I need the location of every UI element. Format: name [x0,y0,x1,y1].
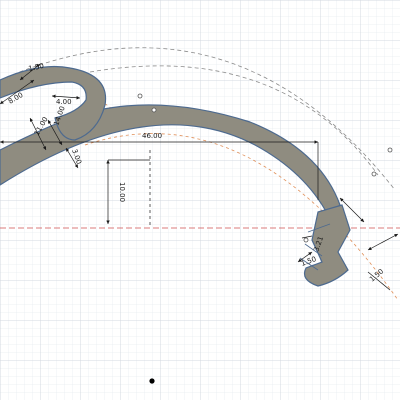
sketch-point[interactable] [371,171,377,177]
dimension-label[interactable]: 46.00 [142,132,162,140]
sketch-point[interactable] [303,237,309,243]
origin-point[interactable] [149,378,155,384]
grid-background [0,0,400,400]
sketch-canvas[interactable]: 1.50 8.00 4.00 14.00 11.00 46.00 3.00 10… [0,0,400,400]
sketch-point[interactable] [151,107,157,113]
sketch-point[interactable] [137,93,143,99]
sketch-view[interactable]: 1.50 8.00 4.00 14.00 11.00 46.00 3.00 10… [0,0,400,400]
sketch-point[interactable] [387,147,393,153]
dimension-label[interactable]: 10.00 [118,182,126,202]
